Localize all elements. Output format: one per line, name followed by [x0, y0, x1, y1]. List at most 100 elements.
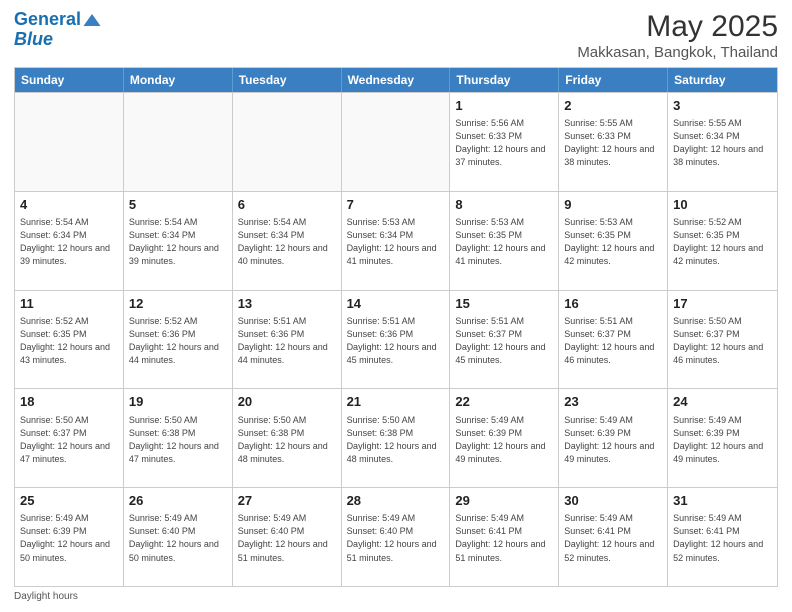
cal-cell: 11 Sunrise: 5:52 AM Sunset: 6:35 PM Dayli… [15, 291, 124, 389]
cell-info: Sunrise: 5:51 AM Sunset: 6:37 PM Dayligh… [564, 315, 662, 367]
cal-cell: 25 Sunrise: 5:49 AM Sunset: 6:39 PM Dayli… [15, 488, 124, 586]
calendar-header: SundayMondayTuesdayWednesdayThursdayFrid… [15, 68, 777, 92]
page: General Blue May 2025 Makkasan, Bangkok,… [0, 0, 792, 612]
cell-info: Sunrise: 5:49 AM Sunset: 6:39 PM Dayligh… [673, 414, 772, 466]
cal-cell: 15 Sunrise: 5:51 AM Sunset: 6:37 PM Dayli… [450, 291, 559, 389]
day-number: 11 [20, 295, 118, 313]
cal-cell [124, 93, 233, 191]
day-number: 10 [673, 196, 772, 214]
cell-info: Sunrise: 5:52 AM Sunset: 6:36 PM Dayligh… [129, 315, 227, 367]
cell-info: Sunrise: 5:53 AM Sunset: 6:34 PM Dayligh… [347, 216, 445, 268]
cal-cell: 13 Sunrise: 5:51 AM Sunset: 6:36 PM Dayli… [233, 291, 342, 389]
day-number: 27 [238, 492, 336, 510]
day-number: 31 [673, 492, 772, 510]
day-number: 17 [673, 295, 772, 313]
cell-info: Sunrise: 5:50 AM Sunset: 6:38 PM Dayligh… [238, 414, 336, 466]
col-header-saturday: Saturday [668, 68, 777, 92]
day-number: 26 [129, 492, 227, 510]
day-number: 21 [347, 393, 445, 411]
cal-cell: 19Sunrise: 5:50 AM Sunset: 6:38 PM Dayli… [124, 389, 233, 487]
cell-info: Sunrise: 5:56 AM Sunset: 6:33 PM Dayligh… [455, 117, 553, 169]
cal-cell: 20 Sunrise: 5:50 AM Sunset: 6:38 PM Dayli… [233, 389, 342, 487]
cal-cell: 31 Sunrise: 5:49 AM Sunset: 6:41 PM Dayli… [668, 488, 777, 586]
day-number: 13 [238, 295, 336, 313]
col-header-thursday: Thursday [450, 68, 559, 92]
cell-info: Sunrise: 5:49 AM Sunset: 6:40 PM Dayligh… [129, 512, 227, 564]
cell-info: Sunrise: 5:54 AM Sunset: 6:34 PM Dayligh… [129, 216, 227, 268]
day-number: 25 [20, 492, 118, 510]
day-number: 3 [673, 97, 772, 115]
cell-info: Sunrise: 5:52 AM Sunset: 6:35 PM Dayligh… [673, 216, 772, 268]
header: General Blue May 2025 Makkasan, Bangkok,… [14, 10, 778, 61]
cal-cell: 21 Sunrise: 5:50 AM Sunset: 6:38 PM Dayli… [342, 389, 451, 487]
day-number: 30 [564, 492, 662, 510]
cell-info: Sunrise: 5:49 AM Sunset: 6:40 PM Dayligh… [238, 512, 336, 564]
cal-cell [342, 93, 451, 191]
logo: General Blue [14, 10, 101, 50]
cal-cell: 30 Sunrise: 5:49 AM Sunset: 6:41 PM Dayli… [559, 488, 668, 586]
day-number: 18 [20, 393, 118, 411]
cell-info: Sunrise: 5:50 AM Sunset: 6:37 PM Dayligh… [673, 315, 772, 367]
cal-cell: 26 Sunrise: 5:49 AM Sunset: 6:40 PM Dayli… [124, 488, 233, 586]
cell-info: Sunrise: 5:52 AM Sunset: 6:35 PM Dayligh… [20, 315, 118, 367]
day-number: 8 [455, 196, 553, 214]
cal-cell: 17 Sunrise: 5:50 AM Sunset: 6:37 PM Dayli… [668, 291, 777, 389]
cal-cell: 5Sunrise: 5:54 AM Sunset: 6:34 PM Daylig… [124, 192, 233, 290]
cell-info: Sunrise: 5:50 AM Sunset: 6:38 PM Dayligh… [347, 414, 445, 466]
cell-info: Sunrise: 5:55 AM Sunset: 6:34 PM Dayligh… [673, 117, 772, 169]
day-number: 22 [455, 393, 553, 411]
col-header-tuesday: Tuesday [233, 68, 342, 92]
cal-cell: 3 Sunrise: 5:55 AM Sunset: 6:34 PM Daylig… [668, 93, 777, 191]
day-number: 7 [347, 196, 445, 214]
logo-blue: Blue [14, 30, 53, 50]
day-number: 23 [564, 393, 662, 411]
day-number: 4 [20, 196, 118, 214]
cell-info: Sunrise: 5:51 AM Sunset: 6:37 PM Dayligh… [455, 315, 553, 367]
cell-info: Sunrise: 5:54 AM Sunset: 6:34 PM Dayligh… [20, 216, 118, 268]
day-number: 20 [238, 393, 336, 411]
cal-cell: 6Sunrise: 5:54 AM Sunset: 6:34 PM Daylig… [233, 192, 342, 290]
logo-icon [83, 14, 101, 26]
week-row-1: 1 Sunrise: 5:56 AM Sunset: 6:33 PM Daylig… [15, 92, 777, 191]
cal-cell: 16 Sunrise: 5:51 AM Sunset: 6:37 PM Dayli… [559, 291, 668, 389]
cell-info: Sunrise: 5:49 AM Sunset: 6:41 PM Dayligh… [673, 512, 772, 564]
cal-cell: 18 Sunrise: 5:50 AM Sunset: 6:37 PM Dayli… [15, 389, 124, 487]
week-row-3: 11 Sunrise: 5:52 AM Sunset: 6:35 PM Dayli… [15, 290, 777, 389]
week-row-2: 4 Sunrise: 5:54 AM Sunset: 6:34 PM Daylig… [15, 191, 777, 290]
week-row-5: 25 Sunrise: 5:49 AM Sunset: 6:39 PM Dayli… [15, 487, 777, 586]
day-number: 15 [455, 295, 553, 313]
logo-text: General [14, 10, 81, 30]
cal-cell: 29 Sunrise: 5:49 AM Sunset: 6:41 PM Dayli… [450, 488, 559, 586]
calendar-body: 1 Sunrise: 5:56 AM Sunset: 6:33 PM Daylig… [15, 92, 777, 586]
cal-cell: 4 Sunrise: 5:54 AM Sunset: 6:34 PM Daylig… [15, 192, 124, 290]
cell-info: Sunrise: 5:49 AM Sunset: 6:41 PM Dayligh… [455, 512, 553, 564]
week-row-4: 18 Sunrise: 5:50 AM Sunset: 6:37 PM Dayli… [15, 388, 777, 487]
cell-info: Sunrise: 5:53 AM Sunset: 6:35 PM Dayligh… [455, 216, 553, 268]
col-header-wednesday: Wednesday [342, 68, 451, 92]
cal-cell: 23Sunrise: 5:49 AM Sunset: 6:39 PM Dayli… [559, 389, 668, 487]
cell-info: Sunrise: 5:49 AM Sunset: 6:41 PM Dayligh… [564, 512, 662, 564]
day-number: 28 [347, 492, 445, 510]
cal-cell: 24Sunrise: 5:49 AM Sunset: 6:39 PM Dayli… [668, 389, 777, 487]
title-block: May 2025 Makkasan, Bangkok, Thailand [577, 10, 778, 61]
day-number: 14 [347, 295, 445, 313]
footer: Daylight hours [14, 591, 778, 602]
cell-info: Sunrise: 5:55 AM Sunset: 6:33 PM Dayligh… [564, 117, 662, 169]
cell-info: Sunrise: 5:51 AM Sunset: 6:36 PM Dayligh… [238, 315, 336, 367]
cal-cell: 9Sunrise: 5:53 AM Sunset: 6:35 PM Daylig… [559, 192, 668, 290]
cell-info: Sunrise: 5:49 AM Sunset: 6:39 PM Dayligh… [20, 512, 118, 564]
cell-info: Sunrise: 5:49 AM Sunset: 6:39 PM Dayligh… [455, 414, 553, 466]
cell-info: Sunrise: 5:50 AM Sunset: 6:37 PM Dayligh… [20, 414, 118, 466]
cal-cell: 8 Sunrise: 5:53 AM Sunset: 6:35 PM Daylig… [450, 192, 559, 290]
col-header-sunday: Sunday [15, 68, 124, 92]
day-number: 16 [564, 295, 662, 313]
cal-cell: 12Sunrise: 5:52 AM Sunset: 6:36 PM Dayli… [124, 291, 233, 389]
day-number: 29 [455, 492, 553, 510]
cal-cell: 2Sunrise: 5:55 AM Sunset: 6:33 PM Daylig… [559, 93, 668, 191]
day-number: 19 [129, 393, 227, 411]
col-header-friday: Friday [559, 68, 668, 92]
subtitle: Makkasan, Bangkok, Thailand [577, 44, 778, 61]
cal-cell [15, 93, 124, 191]
cell-info: Sunrise: 5:54 AM Sunset: 6:34 PM Dayligh… [238, 216, 336, 268]
day-number: 1 [455, 97, 553, 115]
